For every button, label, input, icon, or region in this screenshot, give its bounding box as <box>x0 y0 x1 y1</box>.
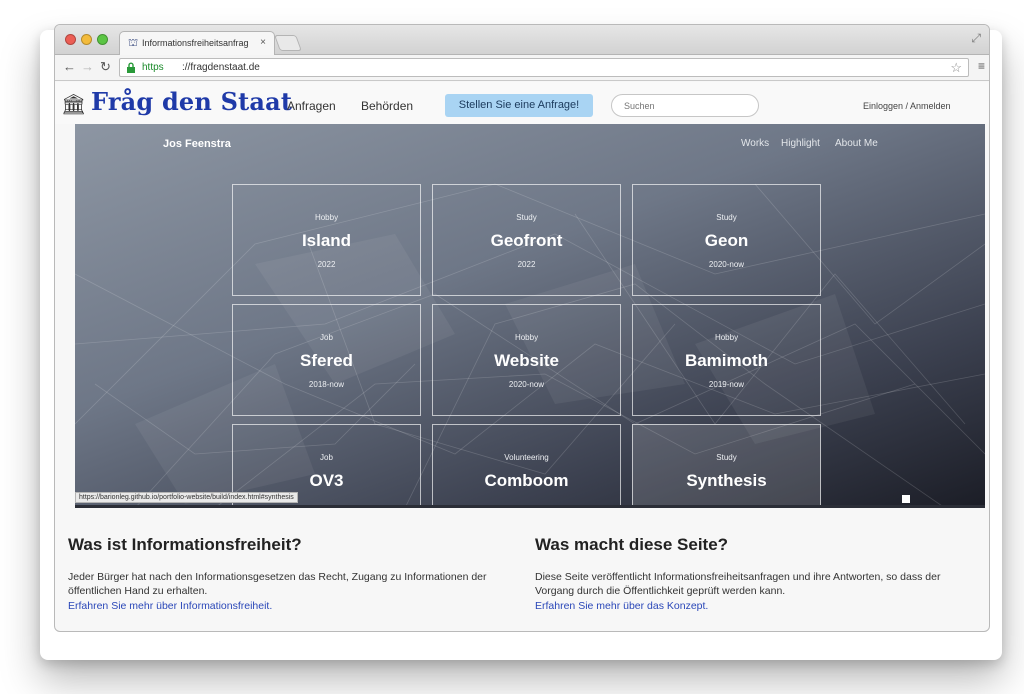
card-category: Volunteering <box>504 453 549 462</box>
card-category: Hobby <box>714 333 739 342</box>
screenshot-stage: ⛫ Informationsfreiheitsanfrag × ⤢ ← → ↻ … <box>0 0 1024 694</box>
card-title: Comboom <box>484 471 569 490</box>
address-bar[interactable]: https ://fragdenstaat.de ☆ <box>119 58 969 77</box>
fullscreen-icon[interactable]: ⤢ <box>971 31 981 46</box>
card-title: Website <box>494 351 559 370</box>
portfolio-screenshot: Jos Feenstra Works Highlight About Me Ho… <box>75 124 985 508</box>
card-year: 2020-now <box>708 260 745 269</box>
project-card[interactable]: Hobby Website 2020-now <box>432 304 621 416</box>
overlay-bottom-line <box>75 505 985 508</box>
portfolio-nav-highlight[interactable]: Highlight <box>781 138 820 149</box>
nav-link-behoerden[interactable]: Behörden <box>361 99 413 113</box>
section-text-site: Diese Seite veröffentlicht Informationsf… <box>535 571 941 597</box>
card-year: 2020-now <box>508 380 545 389</box>
browser-window: ⛫ Informationsfreiheitsanfrag × ⤢ ← → ↻ … <box>54 24 990 632</box>
portfolio-brand[interactable]: Jos Feenstra <box>163 138 231 150</box>
close-window-button[interactable] <box>65 34 76 45</box>
section-title-site: Was macht diese Seite? <box>535 535 729 554</box>
link-status-url: https://barionleg.github.io/portfolio-we… <box>75 492 298 503</box>
menu-icon[interactable]: ≡ <box>978 59 985 73</box>
card-category: Study <box>716 453 737 462</box>
browser-toolbar: ← → ↻ https ://fragdenstaat.de ☆ ≡ <box>55 55 989 81</box>
card-category: Job <box>320 453 333 462</box>
building-icon: 🏛 <box>61 94 87 116</box>
card-year: 2018-now <box>308 380 345 389</box>
learn-more-info-link[interactable]: Erfahren Sie mehr über Informationsfreih… <box>68 600 272 612</box>
project-card[interactable]: Hobby Island 2022 <box>232 184 421 296</box>
project-card[interactable]: Hobby Bamimoth 2019-now <box>632 304 821 416</box>
section-text-info: Jeder Bürger hat nach den Informationsge… <box>68 571 487 597</box>
card-category: Job <box>320 333 333 342</box>
learn-more-concept-link[interactable]: Erfahren Sie mehr über das Konzept. <box>535 600 708 612</box>
card-title: Synthesis <box>686 471 767 490</box>
section-title-info: Was ist Informationsfreiheit? <box>68 535 302 554</box>
card-title: OV3 <box>309 471 344 490</box>
site-logo[interactable]: Fråg den Staat <box>91 87 292 116</box>
card-category: Hobby <box>314 213 339 222</box>
project-card-hovered[interactable]: Study Synthesis <box>632 424 821 508</box>
card-title: Island <box>301 231 352 250</box>
portfolio-nav-works[interactable]: Works <box>741 138 769 149</box>
favicon-icon: ⛫ <box>128 37 139 49</box>
zoom-window-button[interactable] <box>97 34 108 45</box>
card-category: Hobby <box>514 333 539 342</box>
tab-title: Informationsfreiheitsanfrag <box>142 38 249 48</box>
card-category: Study <box>516 213 537 222</box>
portfolio-nav-about[interactable]: About Me <box>835 138 878 149</box>
search-input[interactable] <box>611 94 759 117</box>
card-year: 2022 <box>317 260 336 269</box>
site-header: 🏛 Fråg den Staat Anfragen Behörden Stell… <box>55 82 989 124</box>
back-arrow-icon[interactable]: ← <box>63 60 76 74</box>
url-scheme: https <box>142 62 164 73</box>
lock-icon <box>127 62 135 73</box>
reload-icon[interactable]: ↻ <box>100 60 111 74</box>
project-card[interactable]: Study Geon 2020-now <box>632 184 821 296</box>
browser-tab[interactable]: ⛫ Informationsfreiheitsanfrag × <box>119 31 275 55</box>
minimize-window-button[interactable] <box>81 34 92 45</box>
project-card[interactable]: Study Geofront 2022 <box>432 184 621 296</box>
card-title: Sfered <box>300 351 353 370</box>
make-request-button[interactable]: Stellen Sie eine Anfrage! <box>445 94 593 117</box>
project-card[interactable]: Job Sfered 2018-now <box>232 304 421 416</box>
bookmark-star-icon[interactable]: ☆ <box>950 60 962 76</box>
card-category: Study <box>716 213 737 222</box>
card-title: Geofront <box>490 231 563 250</box>
card-year: 2022 <box>517 260 536 269</box>
scroll-marker <box>902 495 910 503</box>
url-host: ://fragdenstaat.de <box>182 62 260 73</box>
card-year: 2019-now <box>708 380 745 389</box>
card-title: Bamimoth <box>684 351 769 370</box>
card-title: Geon <box>704 231 749 250</box>
tab-close-icon[interactable]: × <box>260 37 266 48</box>
login-link[interactable]: Einloggen / Anmelden <box>863 101 951 111</box>
forward-arrow-icon[interactable]: → <box>81 60 94 74</box>
nav-link-anfragen[interactable]: Anfragen <box>287 99 336 113</box>
project-card[interactable]: Volunteering Comboom <box>432 424 621 508</box>
new-tab-button[interactable] <box>274 35 302 51</box>
tab-strip: ⛫ Informationsfreiheitsanfrag × ⤢ <box>55 25 989 55</box>
